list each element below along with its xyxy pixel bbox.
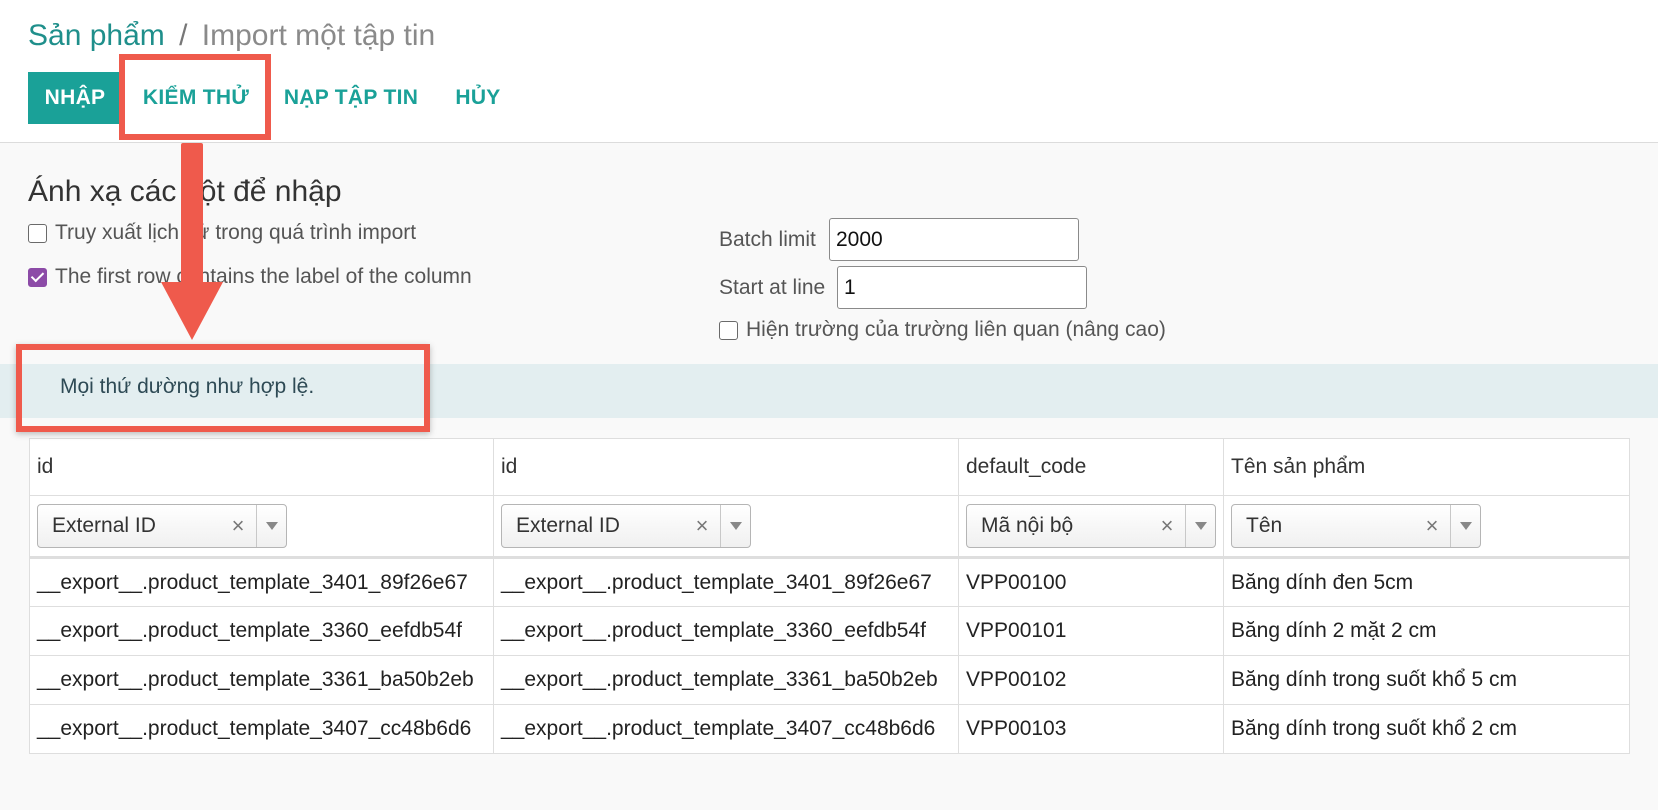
table-cell: __export__.product_template_3401_89f26e6…: [493, 557, 959, 607]
close-icon[interactable]: ×: [1155, 513, 1179, 539]
breadcrumb-separator: /: [179, 19, 188, 52]
field-select-value: External ID: [52, 514, 156, 537]
column-header-row: id id default_code Tên sản phẩm: [29, 438, 1630, 496]
column-header: default_code: [958, 438, 1224, 496]
field-select-value: Mã nội bộ: [981, 514, 1074, 537]
field-mapping-row: External ID × External ID × Mã nội bộ × …: [29, 495, 1630, 559]
field-select[interactable]: Tên ×: [1231, 504, 1481, 548]
field-select[interactable]: External ID ×: [501, 504, 751, 548]
column-header: id: [493, 438, 959, 496]
table-row: __export__.product_template_3361_ba50b2e…: [29, 655, 1630, 705]
table-row: __export__.product_template_3401_89f26e6…: [29, 557, 1630, 607]
start-line-input[interactable]: [837, 266, 1087, 309]
table-cell: __export__.product_template_3360_eefdb54…: [29, 606, 494, 656]
table-cell: __export__.product_template_3401_89f26e6…: [29, 557, 494, 607]
table-cell: VPP00100: [958, 557, 1224, 607]
import-preview-table: id id default_code Tên sản phẩm External…: [29, 438, 1630, 754]
tracking-option[interactable]: Truy xuất lịch sử trong quá trình import: [28, 221, 416, 245]
table-cell: VPP00103: [958, 704, 1224, 754]
close-icon[interactable]: ×: [1420, 513, 1444, 539]
advanced-checkbox[interactable]: [719, 320, 738, 340]
table-row: __export__.product_template_3360_eefdb54…: [29, 606, 1630, 656]
table-row: __export__.product_template_3407_cc48b6d…: [29, 704, 1630, 754]
breadcrumb: Sản phẩm / Import một tập tin: [28, 16, 435, 56]
table-cell: VPP00102: [958, 655, 1224, 705]
header-row-option[interactable]: The first row contains the label of the …: [28, 265, 472, 289]
table-cell: Băng dính trong suốt khổ 5 cm: [1223, 655, 1630, 705]
chevron-down-icon[interactable]: [1185, 505, 1215, 547]
table-cell: __export__.product_template_3361_ba50b2e…: [29, 655, 494, 705]
chevron-down-icon[interactable]: [1450, 505, 1480, 547]
table-cell: Băng dính trong suốt khổ 2 cm: [1223, 704, 1630, 754]
advanced-option[interactable]: Hiện trường của trường liên quan (nâng c…: [719, 318, 1166, 342]
table-cell: Băng dính đen 5cm: [1223, 557, 1630, 607]
arrow-head-icon: [161, 282, 223, 340]
arrow-down-icon: [181, 143, 203, 291]
control-panel: Sản phẩm / Import một tập tin NHẬP KIỂM …: [0, 0, 1658, 143]
close-icon[interactable]: ×: [690, 513, 714, 539]
column-header: id: [29, 438, 494, 496]
tracking-label: Truy xuất lịch sử trong quá trình import: [55, 221, 417, 244]
field-select[interactable]: External ID ×: [37, 504, 287, 548]
start-line-label: Start at line: [719, 276, 826, 299]
chevron-down-icon[interactable]: [256, 505, 286, 547]
breadcrumb-parent-link[interactable]: Sản phẩm: [28, 19, 165, 52]
header-row-label: The first row contains the label of the …: [55, 265, 472, 288]
batch-limit-input[interactable]: [829, 218, 1079, 261]
table-cell: VPP00101: [958, 606, 1224, 656]
advanced-label: Hiện trường của trường liên quan (nâng c…: [746, 318, 1166, 341]
table-cell: __export__.product_template_3361_ba50b2e…: [493, 655, 959, 705]
close-icon[interactable]: ×: [226, 513, 250, 539]
table-cell: __export__.product_template_3360_eefdb54…: [493, 606, 959, 656]
field-select-value: External ID: [516, 514, 620, 537]
test-button[interactable]: KIỂM THỬ: [128, 72, 264, 124]
tracking-checkbox[interactable]: [28, 223, 47, 243]
table-cell: Băng dính 2 mặt 2 cm: [1223, 606, 1630, 656]
validation-message: Mọi thứ dường như hợp lệ.: [60, 375, 315, 398]
batch-limit-label: Batch limit: [719, 228, 816, 251]
import-button[interactable]: NHẬP: [28, 72, 122, 124]
cancel-button[interactable]: HỦY: [446, 72, 510, 124]
field-select-value: Tên: [1246, 514, 1283, 537]
breadcrumb-current: Import một tập tin: [201, 19, 436, 52]
table-cell: __export__.product_template_3407_cc48b6d…: [29, 704, 494, 754]
chevron-down-icon[interactable]: [720, 505, 750, 547]
field-select[interactable]: Mã nội bộ ×: [966, 504, 1216, 548]
table-cell: __export__.product_template_3407_cc48b6d…: [493, 704, 959, 754]
column-header: Tên sản phẩm: [1223, 438, 1630, 496]
header-row-checkbox[interactable]: [28, 267, 47, 287]
load-file-button[interactable]: NẠP TẬP TIN: [284, 72, 418, 124]
